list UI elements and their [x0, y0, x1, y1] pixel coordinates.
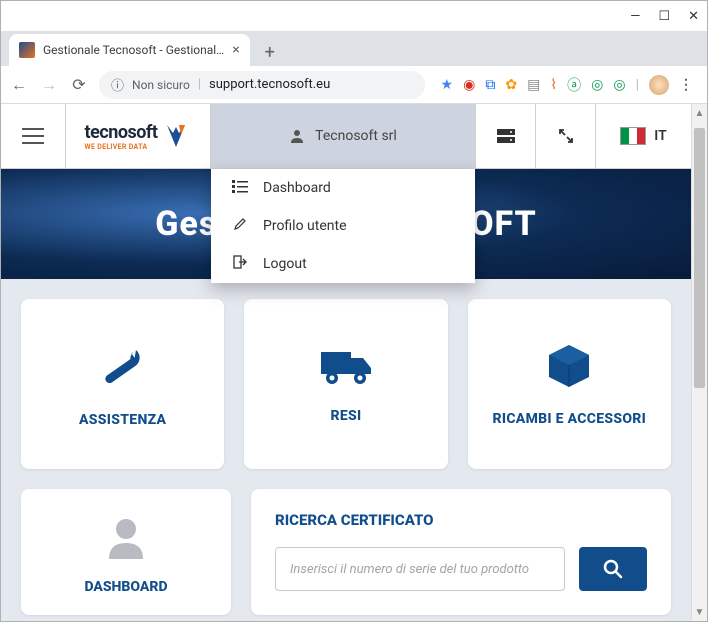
nav-back-button[interactable]: ← — [9, 75, 29, 95]
main-cards-row: ASSISTENZA RESI RICAMBI E ACCESSORI — [1, 279, 691, 489]
card-label: RICAMBI E ACCESSORI — [493, 411, 647, 427]
info-icon: ⓘ — [111, 75, 124, 94]
card-assistenza[interactable]: ASSISTENZA — [21, 299, 224, 469]
site-topbar: tecnosoft WE DELIVER DATA Tecnosoft srl … — [1, 104, 691, 169]
card-resi[interactable]: RESI — [244, 299, 447, 469]
nav-forward-button[interactable]: → — [39, 75, 59, 95]
menu-toggle-button[interactable] — [1, 104, 66, 168]
rss-icon[interactable]: ⌇ — [550, 77, 557, 93]
tab-close-button[interactable]: × — [232, 42, 239, 58]
nav-reload-button[interactable]: ⟳ — [69, 75, 89, 94]
address-bar[interactable]: ⓘ Non sicuro | support.tecnosoft.eu — [99, 71, 425, 99]
truck-icon — [317, 344, 375, 388]
fullscreen-button[interactable] — [536, 104, 596, 168]
search-icon — [603, 559, 623, 579]
logo-mark-icon — [161, 121, 191, 151]
card-label: RESI — [331, 408, 362, 424]
dropdown-item-logout[interactable]: Logout — [211, 245, 475, 283]
pencil-icon — [231, 217, 249, 235]
extension-icon[interactable]: ▤ — [527, 77, 540, 93]
profile-avatar[interactable] — [649, 75, 669, 95]
search-title: RICERCA CERTIFICATO — [275, 511, 647, 529]
card-search-certificate: RICERCA CERTIFICATO — [251, 489, 671, 615]
wrench-icon — [97, 340, 149, 392]
window-minimize-button[interactable]: — — [630, 9, 640, 24]
window-title-bar: — ☐ ✕ — [1, 1, 707, 31]
dropdown-item-dashboard[interactable]: Dashboard — [211, 169, 475, 207]
lower-cards-row: DASHBOARD RICERCA CERTIFICATO — [1, 489, 691, 621]
list-icon — [231, 179, 249, 197]
italy-flag-icon — [620, 127, 646, 145]
dropdown-label: Logout — [263, 256, 307, 272]
user-silhouette-icon — [103, 515, 149, 561]
user-name-label: Tecnosoft srl — [315, 128, 397, 144]
window-maximize-button[interactable]: ☐ — [658, 9, 670, 24]
card-dashboard[interactable]: DASHBOARD — [21, 489, 231, 615]
window-close-button[interactable]: ✕ — [688, 9, 699, 24]
user-icon — [289, 128, 305, 144]
bookmark-star-icon[interactable]: ★ — [441, 77, 454, 93]
language-selector[interactable]: IT — [596, 104, 691, 168]
extension-icon[interactable]: ✿ — [505, 77, 517, 93]
browser-menu-button[interactable]: ⋮ — [679, 77, 693, 93]
favicon-icon — [19, 42, 35, 58]
browser-tabs: Gestionale Tecnosoft - Gestional… × + — [1, 31, 707, 66]
browser-tab[interactable]: Gestionale Tecnosoft - Gestional… × — [9, 34, 250, 66]
scroll-down-button[interactable]: ▼ — [692, 603, 707, 621]
dashboard-label: DASHBOARD — [84, 579, 167, 595]
scroll-thumb[interactable] — [694, 128, 705, 388]
dropdown-item-profile[interactable]: Profilo utente — [211, 207, 475, 245]
extension-icon[interactable]: ◎ — [591, 77, 603, 93]
search-button[interactable] — [579, 547, 647, 591]
page-content: tecnosoft WE DELIVER DATA Tecnosoft srl … — [1, 104, 707, 621]
scroll-up-button[interactable]: ▲ — [692, 104, 707, 122]
box-icon — [544, 341, 594, 391]
browser-toolbar: ← → ⟳ ⓘ Non sicuro | support.tecnosoft.e… — [1, 66, 707, 104]
server-icon — [497, 129, 515, 143]
language-code: IT — [654, 128, 666, 144]
expand-icon — [558, 128, 574, 144]
user-dropdown: Dashboard Profilo utente Logout — [211, 169, 475, 283]
extension-icon[interactable]: ◉ — [463, 77, 475, 93]
dropbox-icon[interactable]: ⧉ — [485, 77, 495, 93]
tab-title: Gestionale Tecnosoft - Gestional… — [43, 43, 224, 57]
extension-icon[interactable]: ⓐ — [567, 75, 581, 95]
site-logo[interactable]: tecnosoft WE DELIVER DATA — [66, 104, 211, 168]
logo-tagline: WE DELIVER DATA — [85, 143, 148, 151]
dropdown-label: Profilo utente — [263, 218, 347, 234]
url-text: support.tecnosoft.eu — [209, 77, 330, 92]
card-ricambi[interactable]: RICAMBI E ACCESSORI — [468, 299, 671, 469]
vertical-scrollbar[interactable]: ▲ ▼ — [691, 104, 707, 621]
new-tab-button[interactable]: + — [256, 38, 284, 66]
security-label: Non sicuro — [132, 78, 190, 92]
grid-toggle-button[interactable] — [476, 104, 536, 168]
extension-icon[interactable]: ◎ — [613, 77, 625, 93]
logo-text: tecnosoft — [85, 122, 158, 143]
card-label: ASSISTENZA — [79, 412, 166, 428]
user-menu[interactable]: Tecnosoft srl Dashboard Profilo utente — [211, 104, 476, 168]
serial-input[interactable] — [275, 547, 565, 591]
extension-icons: ★ ◉ ⧉ ✿ ▤ ⌇ ⓐ ◎ ◎ | ⋮ — [435, 75, 699, 95]
dropdown-label: Dashboard — [263, 180, 331, 196]
logout-icon — [231, 255, 249, 273]
hamburger-icon — [22, 128, 44, 144]
